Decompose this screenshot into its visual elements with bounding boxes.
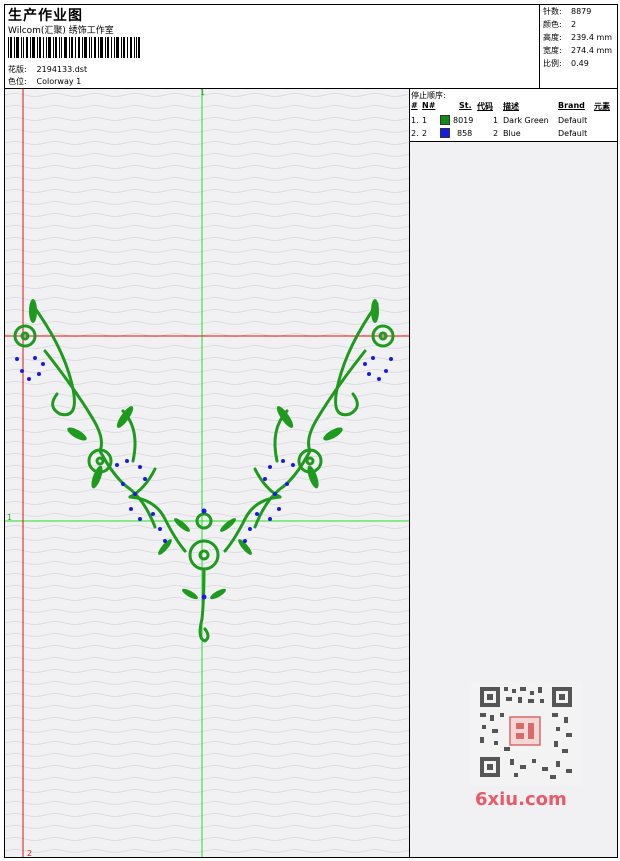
colorway-value: Colorway 1: [36, 77, 82, 86]
qr-code-watermark: [470, 681, 582, 785]
width-row: 宽度: 274.4 mm: [543, 45, 612, 58]
col-stitches: St.: [459, 101, 472, 110]
color-count-label: 颜色:: [543, 20, 562, 29]
colorway-label: 色位:: [8, 77, 27, 86]
stitch-count-label: 针数:: [543, 7, 562, 16]
color-count-value: 2: [571, 20, 577, 29]
col-index: #: [411, 101, 418, 110]
col-needle: N#: [422, 101, 436, 110]
row-index: 1.: [411, 116, 419, 125]
design-file-row: 花版: 2194133.dst: [8, 64, 87, 75]
height-row: 高度: 239.4 mm: [543, 32, 612, 45]
info-divider: [539, 4, 540, 88]
page-title: 生产作业图: [8, 8, 83, 24]
scale-row: 比例: 0.49: [543, 58, 612, 71]
stitch-count-value: 8879: [571, 7, 592, 16]
col-brand: Brand: [558, 101, 585, 110]
scale-label: 比例:: [543, 59, 562, 68]
design-file-label: 花版:: [8, 65, 27, 74]
row-needle: 1: [422, 116, 428, 125]
width-value: 274.4 mm: [571, 46, 613, 55]
design-info: 针数: 8879 颜色: 2 高度: 239.4 mm 宽度: 274.4 mm 比例:…: [543, 6, 612, 71]
bottom-guide-label: 2: [27, 849, 32, 857]
stitch-count-row: 针数: 8879: [543, 6, 612, 19]
embroidery-design: 1 1 2: [5, 89, 409, 857]
thread-swatch-blue: [440, 128, 450, 138]
watermark-site: 6xiu.com: [475, 789, 567, 810]
row-description: Dark Green: [503, 116, 549, 125]
studio-name: Wilcom(汇聚) 绣饰工作室: [8, 26, 114, 36]
thread-swatch-green: [440, 115, 450, 125]
design-canvas[interactable]: 1 1 2: [5, 89, 409, 857]
row-stitches: 8019: [453, 116, 474, 125]
width-label: 宽度:: [543, 46, 562, 55]
barcode: [8, 37, 140, 58]
top-guide-label: 1: [200, 89, 205, 97]
height-label: 高度:: [543, 33, 562, 42]
col-description: 描述: [503, 102, 519, 111]
row-brand: Default: [558, 116, 588, 125]
row-stitches: 858: [457, 129, 473, 138]
stop-sequence-table: 停止顺序: # N# St. 代码 描述 Brand 元素 1. 1 8019 …: [410, 89, 617, 142]
left-guide-label: 1: [7, 513, 12, 522]
colorway-row: 色位: Colorway 1: [8, 76, 81, 87]
design-file-value: 2194133.dst: [36, 65, 88, 74]
height-value: 239.4 mm: [571, 33, 613, 42]
color-count-row: 颜色: 2: [543, 19, 612, 32]
stop-sequence-title: 停止顺序:: [411, 91, 446, 100]
row-brand: Default: [558, 129, 588, 138]
row-index: 2.: [411, 129, 419, 138]
row-code: 1: [493, 116, 499, 125]
col-code: 代码: [477, 102, 493, 111]
row-description: Blue: [503, 129, 521, 138]
row-code: 2: [493, 129, 499, 138]
row-needle: 2: [422, 129, 428, 138]
scale-value: 0.49: [571, 59, 589, 68]
fabric-texture: [5, 89, 409, 857]
col-element: 元素: [594, 102, 610, 111]
